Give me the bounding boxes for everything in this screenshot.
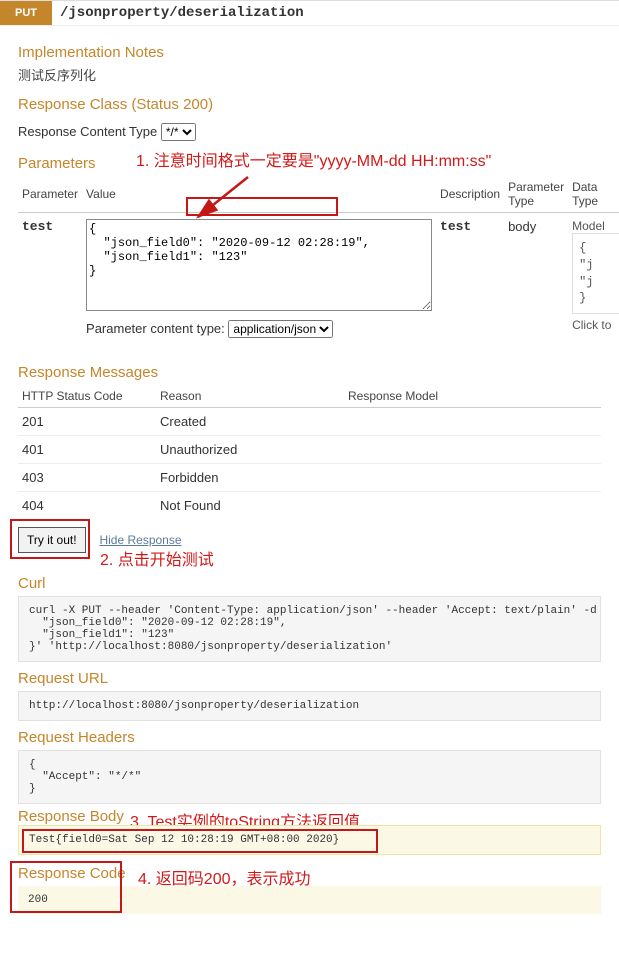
- param-name: test: [18, 213, 82, 351]
- response-messages-table: HTTP Status Code Reason Response Model 2…: [18, 385, 601, 519]
- request-url-title: Request URL: [18, 670, 601, 687]
- col-code: HTTP Status Code: [18, 385, 156, 408]
- pct-label: Parameter content type:: [86, 321, 225, 336]
- click-to: Click to: [572, 318, 611, 332]
- hide-response-link[interactable]: Hide Response: [99, 533, 181, 547]
- try-it-out-button[interactable]: Try it out!: [18, 527, 86, 553]
- parameters-table: Parameter Value Description Parameter Ty…: [18, 176, 619, 350]
- response-body-box: Test{field0=Sat Sep 12 10:28:19 GMT+08:0…: [18, 825, 601, 855]
- response-messages-title: Response Messages: [18, 364, 601, 381]
- param-desc: test: [436, 213, 504, 351]
- implementation-notes: 测试反序列化: [18, 65, 601, 84]
- response-class-title: Response Class (Status 200): [18, 96, 601, 113]
- pct-select[interactable]: application/json: [228, 320, 333, 338]
- model-label: Model: [572, 219, 605, 233]
- table-row: 401Unauthorized: [18, 436, 601, 464]
- operation-panel: Implementation Notes 测试反序列化 Response Cla…: [0, 26, 619, 928]
- content-type-label: Response Content Type: [18, 124, 157, 139]
- response-code-title: Response Code: [18, 865, 126, 882]
- col-reason: Reason: [156, 385, 344, 408]
- param-type: body: [504, 213, 568, 351]
- annotation-2: 2. 点击开始测试: [100, 546, 214, 570]
- annotation-1: 1. 注意时间格式一定要是"yyyy-MM-dd HH:mm:ss": [136, 147, 491, 171]
- table-row: 201Created: [18, 408, 601, 436]
- arrow-icon: [188, 173, 278, 233]
- request-url-box: http://localhost:8080/jsonproperty/deser…: [18, 691, 601, 721]
- col-description: Description: [436, 176, 504, 213]
- col-ptype: Parameter Type: [504, 176, 568, 213]
- table-row: 403Forbidden: [18, 464, 601, 492]
- parameters-title: Parameters: [18, 155, 96, 172]
- method-badge: PUT: [0, 1, 52, 25]
- col-model: Response Model: [344, 385, 601, 408]
- request-headers-title: Request Headers: [18, 729, 601, 746]
- response-body-title: Response Body: [18, 808, 124, 825]
- curl-title: Curl: [18, 575, 601, 592]
- operation-header: PUT /jsonproperty/deserialization: [0, 0, 619, 26]
- response-code-box: 200: [18, 886, 601, 914]
- curl-box: curl -X PUT --header 'Content-Type: appl…: [18, 596, 601, 662]
- col-parameter: Parameter: [18, 176, 82, 213]
- col-dtype: Data Type: [568, 176, 619, 213]
- request-headers-box: { "Accept": "*/*" }: [18, 750, 601, 804]
- implementation-notes-title: Implementation Notes: [18, 44, 601, 61]
- param-row: test Parameter content type: application…: [18, 213, 619, 351]
- content-type-select[interactable]: */*: [161, 123, 196, 141]
- table-row: 404Not Found: [18, 492, 601, 520]
- model-box[interactable]: { "j "j}: [572, 233, 619, 314]
- annotation-4: 4. 返回码200，表示成功: [138, 865, 311, 889]
- content-type-row: Response Content Type */*: [18, 123, 601, 141]
- path: /jsonproperty/deserialization: [52, 1, 312, 25]
